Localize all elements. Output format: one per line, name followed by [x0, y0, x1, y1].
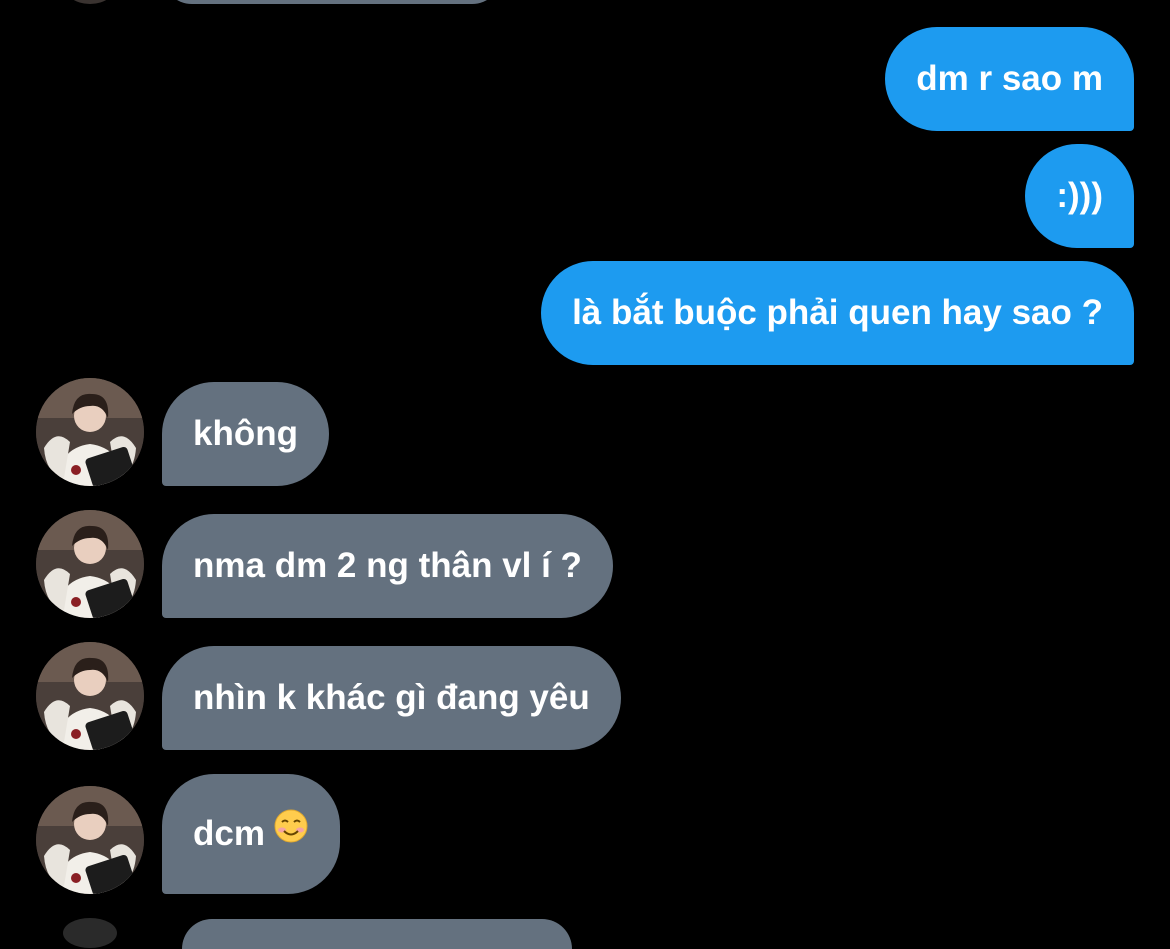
received-message-bubble[interactable]: không: [162, 382, 329, 486]
avatar-photo-icon: [36, 378, 144, 486]
message-text: nhìn k khác gì đang yêu: [193, 678, 590, 717]
avatar-partial-bottom[interactable]: [63, 918, 117, 948]
received-message-bubble[interactable]: nma dm 2 ng thân vl í ?: [162, 514, 613, 618]
avatar-photo-icon: [36, 786, 144, 894]
sent-message-bubble[interactable]: là bắt buộc phải quen hay sao ?: [541, 261, 1134, 365]
message-text: là bắt buộc phải quen hay sao ?: [572, 293, 1103, 332]
avatar[interactable]: [36, 642, 144, 750]
message-text: dcm: [193, 814, 265, 853]
message-text: dm r sao m: [916, 59, 1103, 98]
avatar[interactable]: [36, 786, 144, 894]
message-text: không: [193, 414, 298, 453]
avatar[interactable]: [36, 510, 144, 618]
message-text: nma dm 2 ng thân vl í ?: [193, 546, 582, 585]
sent-message-bubble[interactable]: :))): [1025, 144, 1134, 248]
received-message-bubble[interactable]: dcm: [162, 774, 340, 894]
message-bubble-partial-top[interactable]: [162, 0, 502, 4]
avatar-partial-top[interactable]: [63, 0, 117, 4]
avatar-photo-icon: [36, 510, 144, 618]
received-message-bubble[interactable]: nhìn k khác gì đang yêu: [162, 646, 621, 750]
message-text: :))): [1056, 176, 1103, 215]
sent-message-bubble[interactable]: dm r sao m: [885, 27, 1134, 131]
message-bubble-partial-bottom[interactable]: [182, 919, 572, 949]
avatar-photo-icon: [36, 642, 144, 750]
avatar[interactable]: [36, 378, 144, 486]
smiling-face-emoji-icon: [273, 773, 309, 893]
